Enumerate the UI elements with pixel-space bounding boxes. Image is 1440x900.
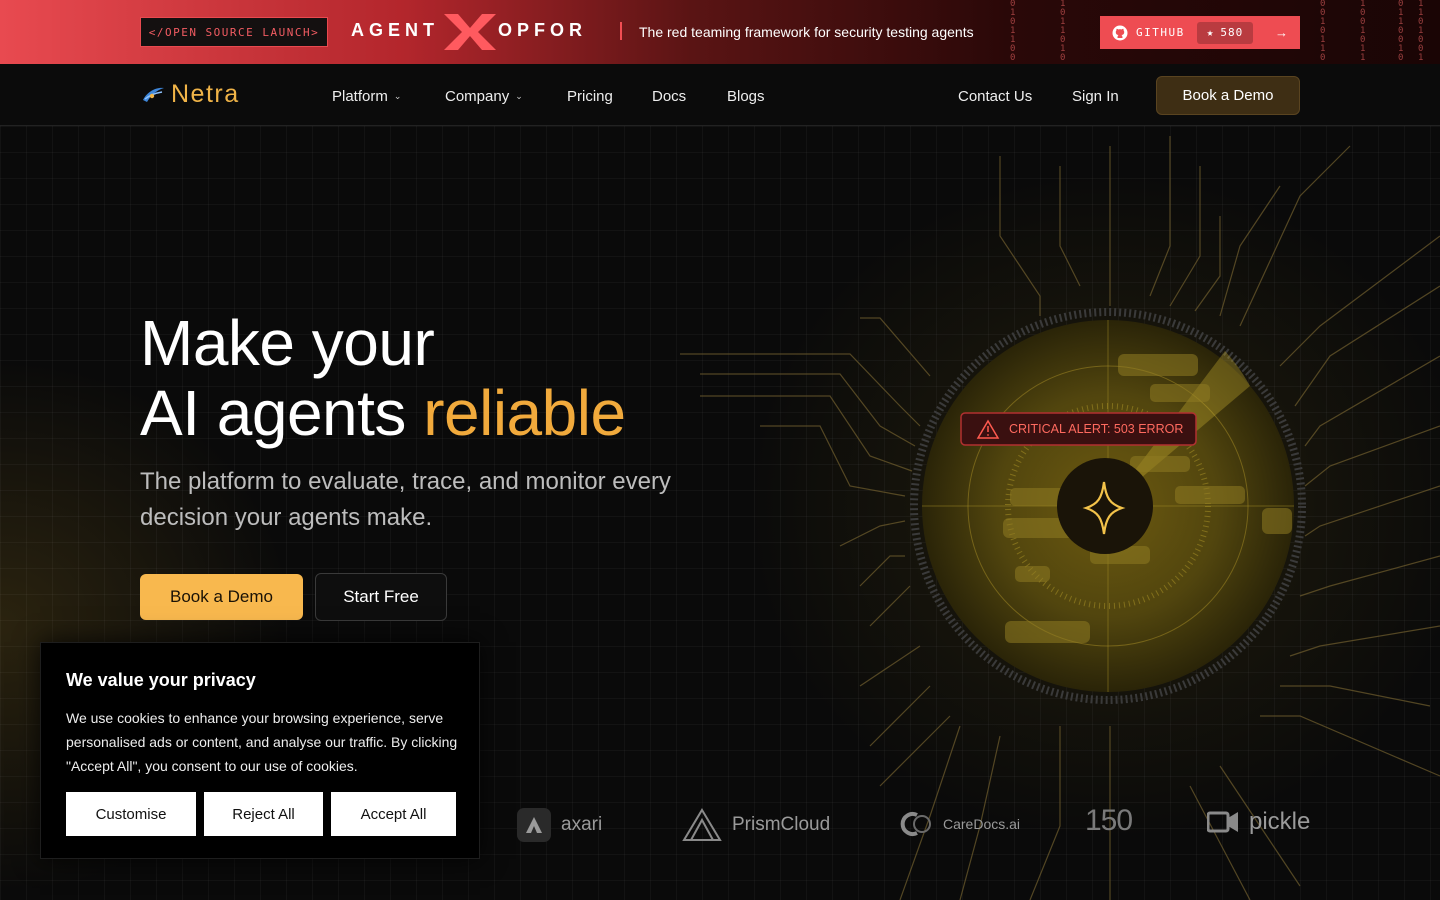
customer-logo-150: 150 xyxy=(1085,804,1133,838)
nav-item-pricing[interactable]: Pricing xyxy=(567,88,613,105)
nav-item-platform[interactable]: Platform ⌄ xyxy=(332,88,401,105)
announcement-bar: 0101100 1011010 0010110 1001011 0110010 … xyxy=(0,0,1440,64)
customer-logo-caredocs: CareDocs.ai xyxy=(897,810,1020,838)
customer-name: PrismCloud xyxy=(732,814,831,835)
netra-logo-text: Netra xyxy=(171,80,240,108)
divider xyxy=(620,22,622,40)
chevron-down-icon: ⌄ xyxy=(393,91,402,101)
star-icon: ★ xyxy=(1206,26,1215,39)
customer-name: pickle xyxy=(1249,808,1311,835)
headline-line1: Make your xyxy=(140,307,435,379)
accept-all-button[interactable]: Accept All xyxy=(331,792,456,836)
binary-rain-decoration: 1101001 xyxy=(1418,0,1424,63)
binary-rain-decoration: 1011010 xyxy=(1060,0,1066,63)
hero-book-demo-button[interactable]: Book a Demo xyxy=(140,574,303,620)
nav-item-blogs[interactable]: Blogs xyxy=(727,88,765,105)
customer-name: CareDocs.ai xyxy=(943,816,1021,832)
customer-logo-pickle: pickle xyxy=(1207,808,1310,836)
start-free-button[interactable]: Start Free xyxy=(315,573,447,621)
arrow-right-icon: → xyxy=(1275,25,1288,40)
cookie-title: We value your privacy xyxy=(66,670,256,690)
nav-item-label: Company xyxy=(445,88,510,105)
binary-rain-decoration: 0110010 xyxy=(1398,0,1404,63)
netra-logo[interactable]: Netra xyxy=(141,80,240,109)
customer-name: 150 xyxy=(1085,804,1133,837)
hero-subtitle: The platform to evaluate, trace, and mon… xyxy=(140,468,671,531)
agent-opfor-brand-right: OPFOR xyxy=(498,20,588,40)
reject-all-button[interactable]: Reject All xyxy=(204,792,323,836)
customise-button[interactable]: Customise xyxy=(66,792,196,836)
chevron-down-icon: ⌄ xyxy=(515,91,523,101)
github-icon xyxy=(1112,25,1128,40)
binary-rain-decoration: 1001011 xyxy=(1360,0,1366,63)
sign-in-link[interactable]: Sign In xyxy=(1072,88,1119,105)
agent-opfor-brand-left: AGENT xyxy=(351,20,439,40)
github-stars-badge: ★ 580 xyxy=(1196,21,1254,44)
binary-rain-decoration: 0010110 xyxy=(1320,0,1326,63)
main-nav: Netra Platform ⌄ Company ⌄ Pricing Docs … xyxy=(0,64,1440,126)
nav-item-label: Platform xyxy=(332,88,388,105)
nav-item-docs[interactable]: Docs xyxy=(652,88,686,105)
pickle-logo-icon xyxy=(1207,811,1238,833)
open-source-launch-tag[interactable]: </OPEN SOURCE LAUNCH> xyxy=(140,17,328,47)
github-star-count: 580 xyxy=(1220,26,1244,39)
binary-rain-decoration: 0101100 xyxy=(1010,0,1016,63)
contact-us-link[interactable]: Contact Us xyxy=(958,88,1032,105)
netra-logo-icon xyxy=(143,87,164,102)
github-label: GITHUB xyxy=(1136,26,1185,39)
hero-headline: Make your AI agents reliable xyxy=(140,308,626,448)
customer-logo-prismcloud: PrismCloud xyxy=(682,808,830,842)
github-button[interactable]: GITHUB ★ 580 → xyxy=(1100,16,1300,49)
prismcloud-logo-icon xyxy=(682,808,722,841)
cookie-body: We use cookies to enhance your browsing … xyxy=(66,710,458,774)
announcement-tagline: The red teaming framework for security t… xyxy=(639,24,974,40)
cookie-consent-banner: We value your privacy We use cookies to … xyxy=(40,642,480,859)
headline-line2: AI agents xyxy=(140,377,424,449)
radar-core xyxy=(1057,458,1153,554)
customer-logo-axari: axari xyxy=(517,808,602,842)
axari-logo-icon xyxy=(517,808,551,842)
agent-opfor-x-icon xyxy=(444,14,496,50)
headline-accent: reliable xyxy=(423,377,626,449)
critical-alert-text: CRITICAL ALERT: 503 ERROR xyxy=(1009,422,1183,436)
customer-name: axari xyxy=(561,814,603,835)
nav-book-demo-button[interactable]: Book a Demo xyxy=(1156,76,1300,115)
nav-item-company[interactable]: Company ⌄ xyxy=(445,88,523,105)
caredocs-logo-icon xyxy=(900,812,931,836)
